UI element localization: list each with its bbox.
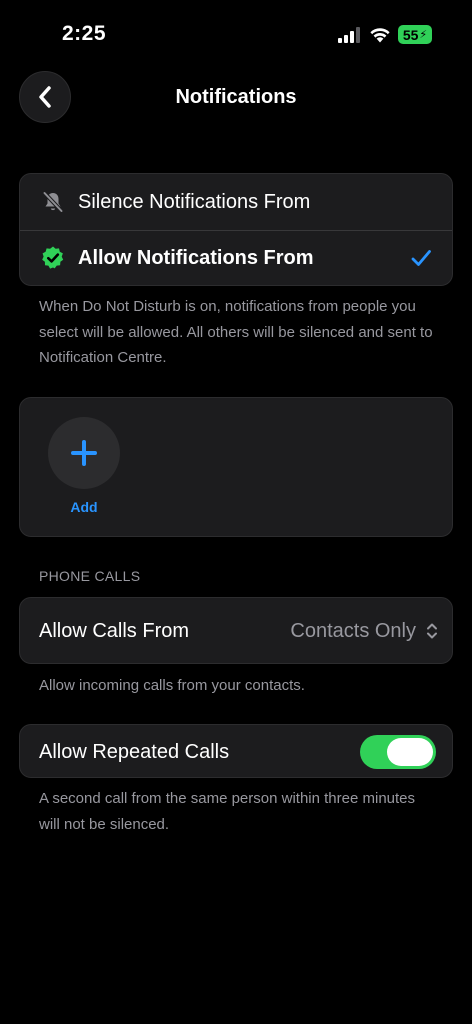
notification-mode-list: Silence Notifications From Allow Notific… [19, 173, 453, 286]
allow-calls-from-content: Allow Calls From Contacts Only [20, 603, 452, 659]
allow-calls-from-row[interactable]: Allow Calls From Contacts Only [19, 597, 453, 664]
allow-notifications-option[interactable]: Allow Notifications From [20, 230, 452, 286]
battery-level: 55 [402, 26, 419, 43]
repeated-calls-footnote: A second call from the same person withi… [39, 790, 416, 833]
repeated-calls-toggle[interactable] [360, 735, 436, 769]
status-bar: 2:25 55 ⚡ [0, 0, 472, 70]
page-title: Notifications [175, 86, 297, 108]
charging-bolt-icon: ⚡ [419, 29, 428, 41]
allow-repeated-calls-label: Allow Repeated Calls [39, 740, 230, 763]
plus-icon [71, 440, 97, 466]
cellular-signal-icon [338, 27, 360, 43]
allow-calls-footnote: Allow incoming calls from your contacts. [39, 677, 305, 694]
allow-notifications-label: Allow Notifications From [78, 246, 314, 269]
chevron-up-down-icon [427, 623, 437, 639]
toggle-knob [387, 738, 433, 766]
verified-badge-icon [40, 245, 66, 271]
status-time: 2:25 [62, 22, 107, 45]
phone-calls-section-header: PHONE CALLS [39, 568, 141, 584]
allow-calls-from-label: Allow Calls From [39, 619, 190, 642]
add-person-label[interactable]: Add [48, 499, 120, 515]
allow-repeated-calls-row: Allow Repeated Calls [19, 724, 453, 778]
silence-notifications-label: Silence Notifications From [78, 190, 311, 213]
checkmark-icon [411, 250, 431, 266]
battery-indicator: 55 ⚡ [398, 25, 432, 44]
allowed-people-card: Add [19, 397, 453, 537]
allow-calls-from-value[interactable]: Contacts Only [290, 620, 416, 643]
bell-slash-icon [40, 189, 66, 215]
notification-mode-footnote: When Do Not Disturb is on, notifications… [39, 298, 433, 366]
add-person-button[interactable] [48, 417, 120, 489]
silence-notifications-option[interactable]: Silence Notifications From [20, 174, 452, 230]
wifi-icon [370, 28, 390, 43]
